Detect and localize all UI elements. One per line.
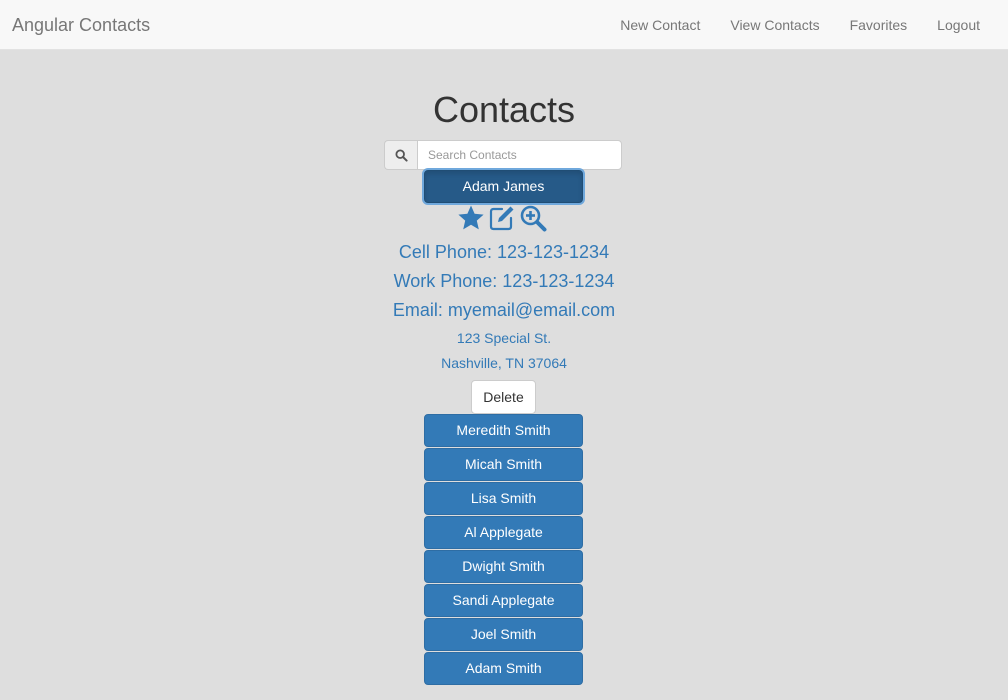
street-address: 123 Special St. (456, 330, 552, 346)
selected-contact-button[interactable]: Adam James (424, 170, 583, 203)
nav-links: New Contact View Contacts Favorites Logo… (620, 15, 980, 35)
navbar-brand[interactable]: Angular Contacts (12, 14, 150, 36)
search-addon (384, 140, 417, 170)
nav-link-new-contact[interactable]: New Contact (620, 15, 700, 35)
search-icon (394, 148, 408, 162)
city-state-zip: Nashville, TN 37064 (441, 355, 567, 371)
main-content: Contacts Adam James (0, 50, 1008, 700)
contact-button[interactable]: Meredith Smith (424, 414, 583, 447)
contact-button[interactable]: Lisa Smith (424, 482, 583, 515)
zoom-in-icon[interactable] (519, 204, 547, 232)
navbar: Angular Contacts New Contact View Contac… (0, 0, 1008, 50)
nav-link-view-contacts[interactable]: View Contacts (730, 15, 819, 35)
search-input[interactable] (417, 140, 622, 170)
work-phone: Work Phone: 123-123-1234 (393, 271, 615, 291)
email: Email: myemail@email.com (392, 300, 616, 320)
edit-icon[interactable] (488, 204, 516, 232)
contact-button[interactable]: Dwight Smith (424, 550, 583, 583)
contact-button[interactable]: Sandi Applegate (424, 584, 583, 617)
search-group (384, 140, 622, 170)
delete-button[interactable]: Delete (471, 380, 536, 414)
star-icon[interactable] (457, 204, 485, 232)
contact-button[interactable]: Micah Smith (424, 448, 583, 481)
contact-button[interactable]: Al Applegate (424, 516, 583, 549)
page-title: Contacts (432, 89, 576, 130)
contact-button[interactable]: Adam Smith (424, 652, 583, 685)
contact-button[interactable]: Joel Smith (424, 618, 583, 651)
cell-phone: Cell Phone: 123-123-1234 (398, 242, 610, 262)
nav-link-logout[interactable]: Logout (937, 15, 980, 35)
contact-actions (457, 204, 547, 232)
nav-link-favorites[interactable]: Favorites (850, 15, 908, 35)
